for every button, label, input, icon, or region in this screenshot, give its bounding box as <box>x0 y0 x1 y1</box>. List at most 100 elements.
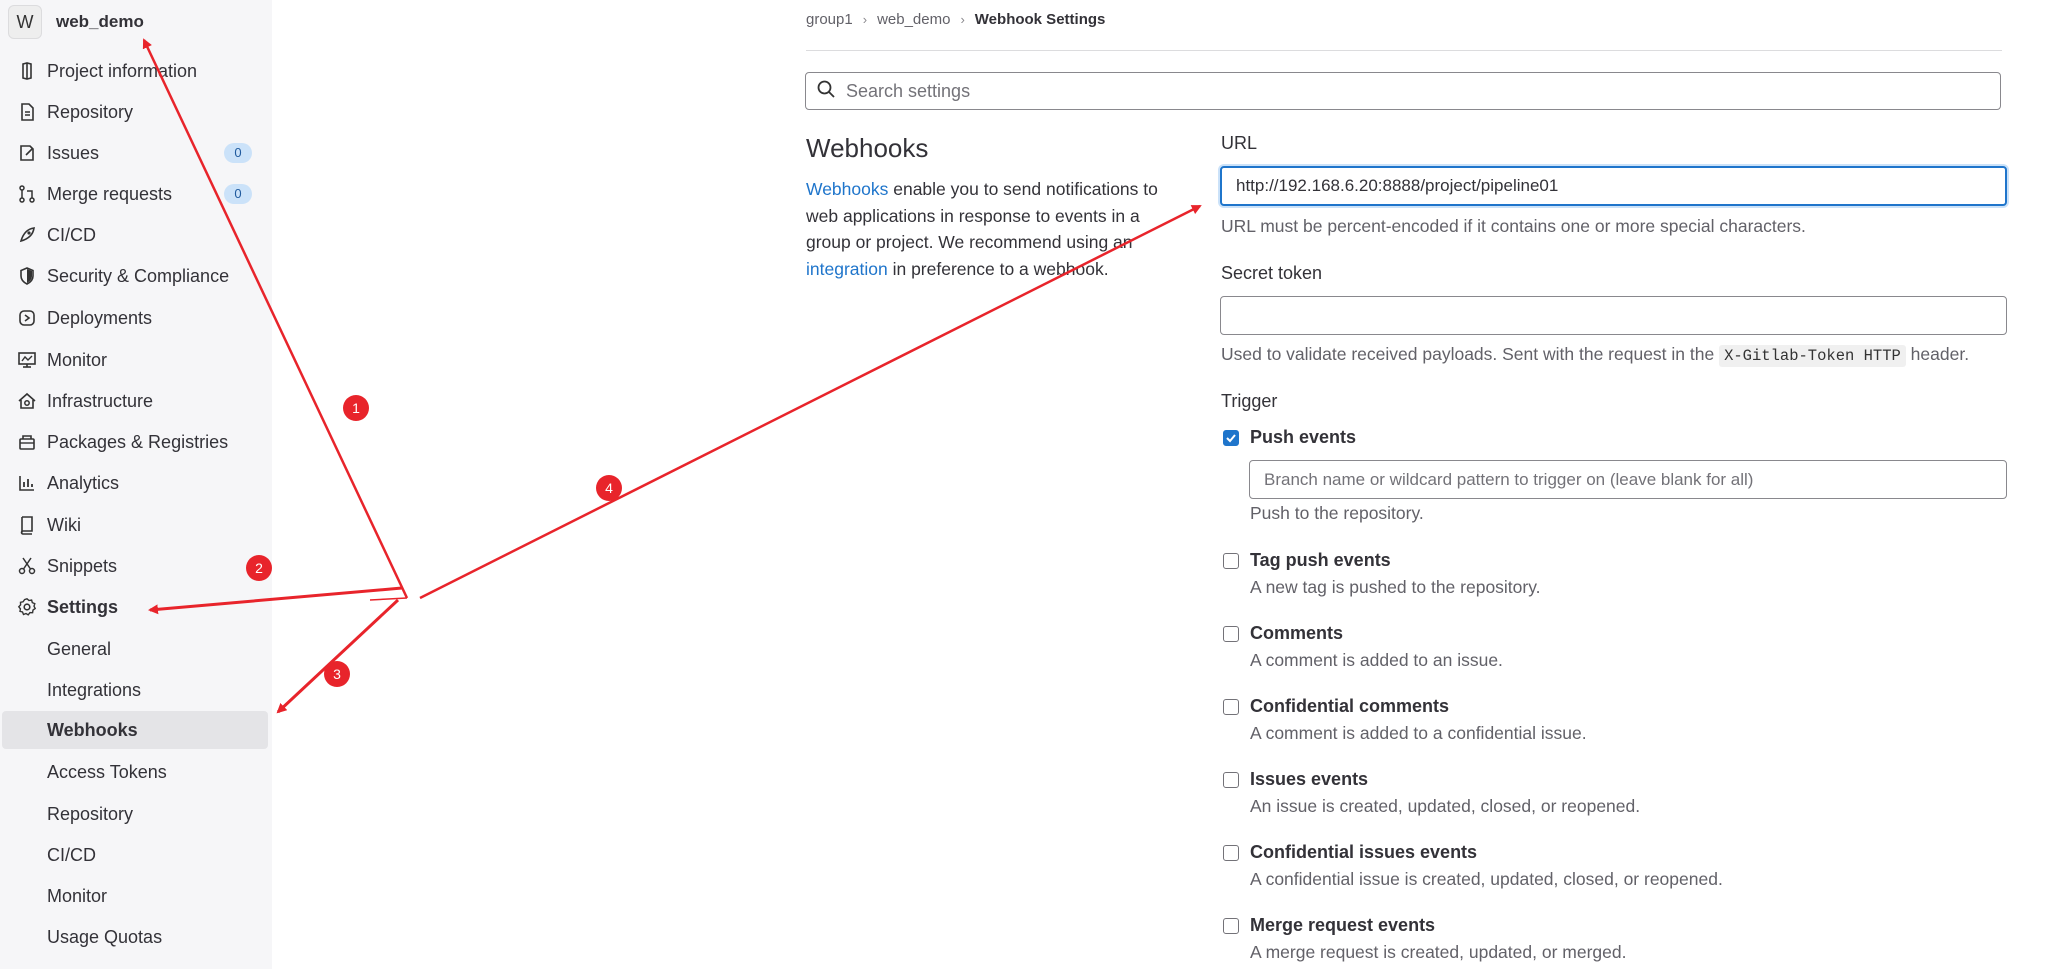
annotation-marker-3: 3 <box>324 661 350 687</box>
url-input[interactable] <box>1220 166 2007 206</box>
sidebar-item-label: Issues <box>47 142 100 163</box>
confidential-issues-events-desc: A confidential issue is created, updated… <box>1250 869 1723 889</box>
sidebar-item-label: Deployments <box>47 307 153 328</box>
sidebar-item-settings[interactable]: Settings <box>0 590 272 624</box>
section-title: Webhooks <box>806 133 929 163</box>
sidebar-item-project-information[interactable]: Project information <box>0 54 272 88</box>
sidebar-item-label: Settings <box>47 596 119 617</box>
tag-push-events-title: Tag push events <box>1250 550 1391 570</box>
breadcrumb-current[interactable]: Webhook Settings <box>975 11 1106 28</box>
settings-search-box[interactable] <box>805 72 2001 110</box>
project-info-icon <box>16 60 38 82</box>
merge-request-events-desc: A merge request is created, updated, or … <box>1250 942 1627 962</box>
project-name[interactable]: web_demo <box>56 12 144 32</box>
issues-count-badge: 0 <box>224 143 252 163</box>
sidebar-item-wiki[interactable]: Wiki <box>0 508 272 542</box>
sidebar-item-label: Packages & Registries <box>47 431 229 452</box>
sidebar-item-infrastructure[interactable]: Infrastructure <box>0 384 272 418</box>
confidential-comments-title: Confidential comments <box>1250 696 1450 716</box>
sidebar-item-label: CI/CD <box>47 224 96 245</box>
cloud-gear-icon <box>16 390 38 412</box>
settings-sub-ci-cd[interactable]: CI/CD <box>2 836 268 874</box>
document-icon <box>16 101 38 123</box>
issues-icon <box>16 142 38 164</box>
settings-sub-general[interactable]: General <box>2 630 268 668</box>
integration-link[interactable]: integration <box>806 259 888 279</box>
breadcrumb-group[interactable]: group1 <box>806 11 853 28</box>
breadcrumb-project[interactable]: web_demo <box>877 11 950 28</box>
trigger-label: Trigger <box>1221 391 1278 411</box>
tag-push-events-checkbox[interactable] <box>1223 553 1239 569</box>
sidebar-item-repository[interactable]: Repository <box>0 95 272 129</box>
comments-desc: A comment is added to an issue. <box>1250 650 1503 670</box>
sidebar-item-label: Snippets <box>47 555 118 576</box>
sidebar-item-security-compliance[interactable]: Security & Compliance <box>0 259 272 293</box>
settings-sub-monitor[interactable]: Monitor <box>2 877 268 915</box>
merge-request-events-checkbox[interactable] <box>1223 918 1239 934</box>
sidebar-item-deployments[interactable]: Deployments <box>0 301 272 335</box>
project-header[interactable]: W web_demo <box>8 5 144 39</box>
book-icon <box>16 514 38 536</box>
confidential-comments-desc: A comment is added to a confidential iss… <box>1250 723 1587 743</box>
sidebar-item-analytics[interactable]: Analytics <box>0 466 272 500</box>
url-help-text: URL must be percent-encoded if it contai… <box>1221 216 1806 236</box>
sidebar-item-label: Security & Compliance <box>47 265 230 286</box>
gear-icon <box>16 596 38 618</box>
arrow-to-webhooks <box>276 598 400 714</box>
sidebar-item-label: Infrastructure <box>47 390 154 411</box>
sidebar-item-monitor[interactable]: Monitor <box>0 343 272 377</box>
push-events-desc: Push to the repository. <box>1250 503 1424 523</box>
issues-events-title: Issues events <box>1250 769 1369 789</box>
sidebar-item-issues[interactable]: Issues 0 <box>0 136 272 170</box>
settings-sub-access-tokens[interactable]: Access Tokens <box>2 753 268 791</box>
annotation-marker-4: 4 <box>596 475 622 501</box>
chevron-right-icon: › <box>862 12 868 27</box>
checkmark-icon <box>1226 434 1236 443</box>
sidebar-item-ci-cd[interactable]: CI/CD <box>0 218 272 252</box>
merge-request-icon <box>16 183 38 205</box>
secret-token-input[interactable] <box>1220 296 2007 335</box>
chart-icon <box>16 472 38 494</box>
header-code: X-Gitlab-Token HTTP <box>1719 345 1906 367</box>
confidential-issues-events-title: Confidential issues events <box>1250 842 1478 862</box>
branch-filter-input[interactable] <box>1249 460 2007 499</box>
issues-events-desc: An issue is created, updated, closed, or… <box>1250 796 1641 816</box>
chevron-right-icon: › <box>960 12 965 27</box>
settings-sub-webhooks[interactable]: Webhooks <box>2 711 268 749</box>
sidebar-item-label: Analytics <box>47 472 120 493</box>
webhooks-doc-link[interactable]: Webhooks <box>806 179 888 199</box>
url-label: URL <box>1221 133 1258 153</box>
issues-events-checkbox[interactable] <box>1223 772 1239 788</box>
sidebar-item-label: Wiki <box>47 514 81 535</box>
monitor-icon <box>16 349 38 371</box>
help-text: header. <box>1905 344 1970 364</box>
tag-push-events-desc: A new tag is pushed to the repository. <box>1250 577 1541 597</box>
search-input[interactable] <box>844 79 1948 103</box>
sidebar-item-packages-registries[interactable]: Packages & Registries <box>0 425 272 459</box>
merge-request-events-title: Merge request events <box>1250 915 1436 935</box>
settings-sub-integrations[interactable]: Integrations <box>2 671 268 709</box>
settings-sub-usage-quotas[interactable]: Usage Quotas <box>2 918 268 956</box>
sidebar-item-snippets[interactable]: Snippets <box>0 549 272 583</box>
settings-sub-repository[interactable]: Repository <box>2 795 268 833</box>
search-icon <box>816 79 836 104</box>
sidebar-item-label: Repository <box>47 101 134 122</box>
section-description: Webhooks enable you to send notification… <box>806 176 1176 282</box>
help-text: Used to validate received payloads. Sent… <box>1221 344 1720 364</box>
secret-token-help: Used to validate received payloads. Sent… <box>1221 344 1970 367</box>
push-events-checkbox[interactable] <box>1223 430 1239 446</box>
project-avatar: W <box>8 5 42 39</box>
left-sidebar: W web_demo Project information Repositor… <box>0 0 272 969</box>
comments-checkbox[interactable] <box>1223 626 1239 642</box>
annotation-marker-2: 2 <box>246 555 272 581</box>
secret-token-label: Secret token <box>1221 263 1323 283</box>
sidebar-item-merge-requests[interactable]: Merge requests 0 <box>0 177 272 211</box>
comments-title: Comments <box>1250 623 1344 643</box>
description-text: in preference to a webhook. <box>887 258 1109 279</box>
sidebar-item-label: Project information <box>47 60 198 81</box>
merge-requests-count-badge: 0 <box>224 184 252 204</box>
confidential-issues-events-checkbox[interactable] <box>1223 845 1239 861</box>
confidential-comments-checkbox[interactable] <box>1223 699 1239 715</box>
annotation-marker-1: 1 <box>343 395 369 421</box>
deployments-icon <box>16 307 38 329</box>
